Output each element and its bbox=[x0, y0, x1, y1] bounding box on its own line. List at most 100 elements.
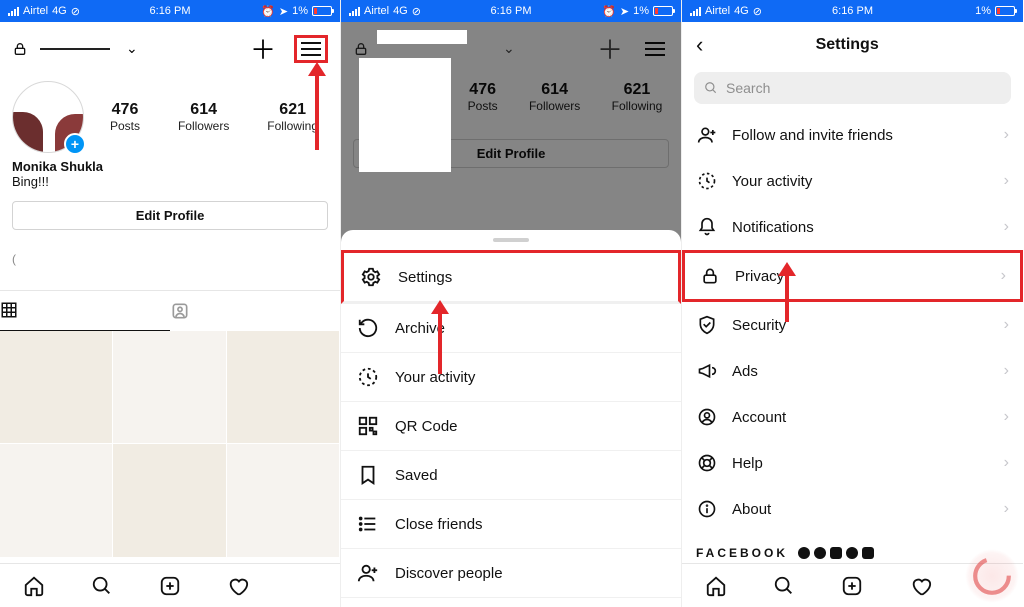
chevron-right-icon: › bbox=[1001, 267, 1006, 285]
row-privacy[interactable]: Privacy › bbox=[682, 250, 1023, 302]
search-icon bbox=[704, 81, 718, 95]
bio-text: Bing!!! bbox=[12, 174, 328, 189]
profile-tabs bbox=[0, 290, 340, 331]
followers-label: Followers bbox=[178, 119, 229, 133]
stat-following[interactable]: 621 Following bbox=[267, 101, 318, 133]
avatar-wrap[interactable]: + bbox=[12, 81, 84, 153]
row-label: Security bbox=[732, 317, 786, 334]
row-activity[interactable]: Your activity› bbox=[682, 158, 1023, 204]
menu-label: Discover people bbox=[395, 565, 503, 582]
username-redacted bbox=[377, 30, 467, 44]
lock-icon bbox=[12, 41, 28, 57]
row-follow-invite[interactable]: Follow and invite friends› bbox=[682, 112, 1023, 158]
nav-activity[interactable] bbox=[909, 574, 933, 598]
sheet-handle[interactable] bbox=[493, 238, 529, 242]
plus-square-icon bbox=[159, 575, 181, 597]
menu-label: Settings bbox=[398, 269, 452, 286]
facebook-app-icons bbox=[798, 547, 874, 559]
row-label: Account bbox=[732, 409, 786, 426]
row-help[interactable]: Help› bbox=[682, 440, 1023, 486]
edit-profile-button[interactable]: Edit Profile bbox=[12, 201, 328, 230]
avatar-redacted bbox=[359, 58, 451, 172]
settings-list: Follow and invite friends› Your activity… bbox=[682, 112, 1023, 563]
search-input[interactable]: Search bbox=[694, 72, 1011, 104]
posts-label: Posts bbox=[110, 119, 140, 133]
row-label: Help bbox=[732, 455, 763, 472]
settings-header: ‹ Settings bbox=[682, 22, 1023, 68]
shield-icon bbox=[696, 314, 718, 336]
row-label: Follow and invite friends bbox=[732, 127, 893, 144]
carrier-label: Airtel bbox=[23, 5, 48, 17]
battery-icon bbox=[653, 6, 673, 16]
menu-discover[interactable]: Discover people bbox=[341, 549, 681, 598]
post-thumb[interactable] bbox=[113, 331, 225, 443]
nav-search[interactable] bbox=[90, 574, 114, 598]
bell-icon bbox=[696, 216, 718, 238]
chevron-right-icon: › bbox=[1004, 218, 1009, 236]
tagged-icon bbox=[170, 301, 190, 321]
post-thumb[interactable] bbox=[113, 444, 225, 556]
archive-icon bbox=[357, 317, 379, 339]
post-thumb[interactable] bbox=[227, 331, 339, 443]
menu-label: Archive bbox=[395, 320, 445, 337]
signal-icon bbox=[349, 7, 360, 16]
create-button[interactable]: ＋ bbox=[250, 30, 276, 67]
vpn-icon: ⊘ bbox=[71, 5, 80, 18]
row-ads[interactable]: Ads› bbox=[682, 348, 1023, 394]
chevron-down-icon[interactable]: ⌄ bbox=[126, 40, 138, 57]
megaphone-icon bbox=[696, 360, 718, 382]
row-account[interactable]: Account› bbox=[682, 394, 1023, 440]
post-thumb[interactable] bbox=[0, 331, 112, 443]
vpn-icon: ⊘ bbox=[753, 5, 762, 18]
nav-home[interactable] bbox=[22, 574, 46, 598]
gear-icon bbox=[360, 266, 382, 288]
signal-icon bbox=[690, 7, 701, 16]
bottom-nav bbox=[0, 563, 340, 607]
nav-create[interactable] bbox=[840, 574, 864, 598]
post-grid bbox=[0, 331, 340, 563]
following-label: Following bbox=[267, 119, 318, 133]
row-label: Notifications bbox=[732, 219, 814, 236]
network-label: 4G bbox=[734, 5, 749, 17]
add-story-icon[interactable]: + bbox=[64, 133, 86, 155]
row-label: Privacy bbox=[735, 268, 784, 285]
battery-icon bbox=[995, 6, 1015, 16]
battery-pct: 1% bbox=[633, 5, 649, 17]
help-icon bbox=[696, 452, 718, 474]
stat-posts[interactable]: 476 Posts bbox=[110, 101, 140, 133]
tab-grid[interactable] bbox=[0, 291, 170, 331]
menu-label: Close friends bbox=[395, 516, 483, 533]
menu-archive[interactable]: Archive bbox=[341, 304, 681, 353]
post-thumb[interactable] bbox=[0, 444, 112, 556]
post-thumb[interactable] bbox=[227, 444, 339, 556]
menu-close-friends[interactable]: Close friends bbox=[341, 500, 681, 549]
menu-button[interactable] bbox=[294, 35, 328, 63]
nav-profile[interactable] bbox=[294, 574, 318, 598]
stat-followers[interactable]: 614 Followers bbox=[178, 101, 229, 133]
nav-activity[interactable] bbox=[226, 574, 250, 598]
menu-qr[interactable]: QR Code bbox=[341, 402, 681, 451]
row-about[interactable]: About› bbox=[682, 486, 1023, 532]
search-placeholder: Search bbox=[726, 80, 770, 96]
battery-pct: 1% bbox=[292, 5, 308, 17]
chevron-right-icon: › bbox=[1004, 172, 1009, 190]
menu-activity[interactable]: Your activity bbox=[341, 353, 681, 402]
tab-tagged[interactable] bbox=[170, 291, 340, 331]
location-icon: ➤ bbox=[620, 5, 629, 18]
row-notifications[interactable]: Notifications › bbox=[682, 204, 1023, 250]
chevron-right-icon: › bbox=[1004, 362, 1009, 380]
activity-icon bbox=[357, 366, 379, 388]
activity-icon bbox=[696, 170, 718, 192]
qr-icon bbox=[357, 415, 379, 437]
status-time: 6:16 PM bbox=[491, 5, 532, 17]
nav-create[interactable] bbox=[158, 574, 182, 598]
row-security[interactable]: Security› bbox=[682, 302, 1023, 348]
nav-home[interactable] bbox=[704, 574, 728, 598]
info-icon bbox=[696, 498, 718, 520]
status-bar: Airtel 4G ⊘ 6:16 PM 1% bbox=[682, 0, 1023, 22]
alarm-icon: ⏰ bbox=[261, 5, 275, 18]
menu-settings[interactable]: Settings bbox=[341, 250, 681, 304]
nav-search[interactable] bbox=[772, 574, 796, 598]
watermark-logo bbox=[965, 549, 1019, 603]
menu-saved[interactable]: Saved bbox=[341, 451, 681, 500]
